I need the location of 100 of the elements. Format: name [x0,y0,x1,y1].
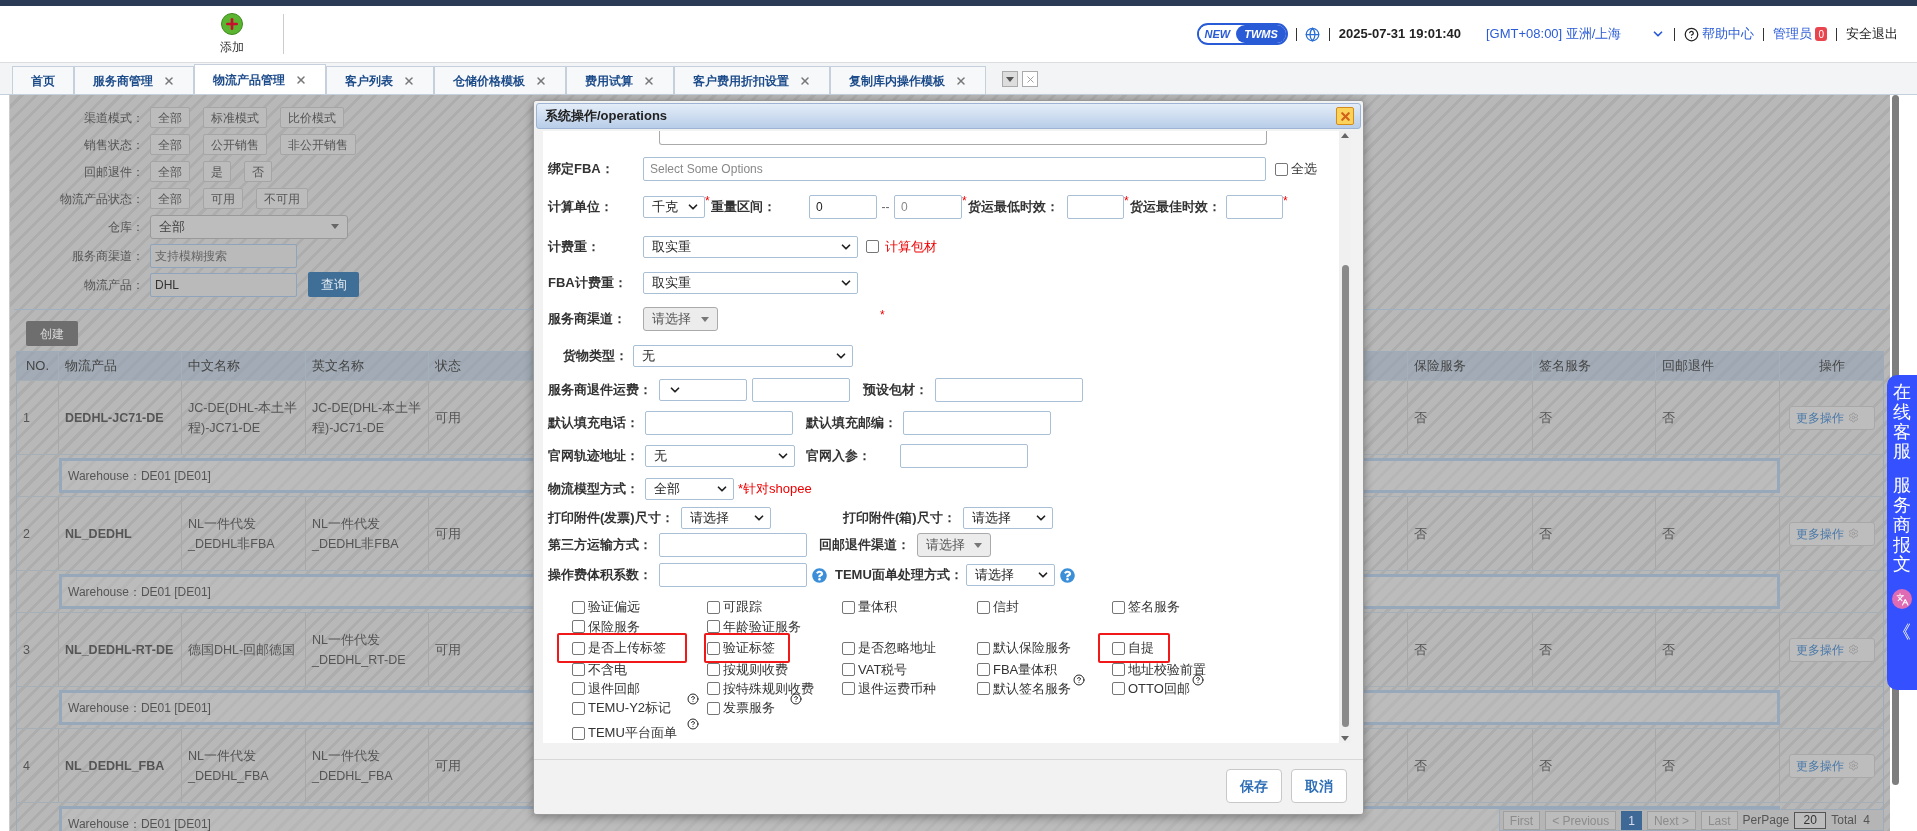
per-page-field[interactable]: 20 [1794,811,1827,829]
option-checkbox[interactable]: 默认保险服务 [974,633,1073,663]
input-field[interactable] [659,131,1267,145]
filter-option[interactable]: 全部 [150,188,190,209]
select-field[interactable] [659,378,747,401]
filter-option[interactable]: 否 [244,161,272,182]
help-icon[interactable] [1684,26,1700,42]
input-field[interactable] [659,563,807,587]
option-checkbox[interactable]: 是否上传标签 [557,633,687,663]
dropdown-button[interactable]: 请选择 [917,533,991,557]
field-label: 默认填充邮编： [806,413,898,432]
filter-option[interactable]: 全部 [150,107,190,128]
option-checkbox[interactable]: 是否忽略地址 [839,633,938,663]
select-field[interactable]: 千克 [643,195,705,218]
close-icon[interactable] [535,74,547,87]
search-button[interactable]: 查询 [308,272,359,297]
input-field[interactable]: DHL [150,272,297,297]
input-field[interactable] [903,410,1051,435]
support-label[interactable]: 服务商报文 [1893,476,1911,576]
support-label[interactable]: 在线客服 [1893,383,1911,463]
help-icon[interactable] [687,718,699,731]
globe-icon[interactable] [1304,26,1320,42]
filter-option[interactable]: 全部 [150,134,190,155]
option-checkbox[interactable]: 信封 [974,592,1060,622]
scrollbar[interactable] [1339,131,1351,743]
filter-option[interactable]: 公开销售 [203,134,267,155]
close-icon[interactable] [295,73,307,86]
select-field[interactable]: 全部 [150,214,348,239]
filter-option[interactable]: 全部 [150,161,190,182]
option-checkbox[interactable]: TEMU平台面单 [557,718,687,743]
logout-link[interactable]: 安全退出 [1846,24,1898,44]
close-icon [1338,109,1352,123]
tab[interactable]: 服务商管理 [74,66,194,94]
close-button[interactable] [1336,107,1354,125]
support-widget[interactable]: 在线客服 服务商报文 《 [1887,375,1917,690]
select-field[interactable]: 请选择 [681,507,771,529]
filter-option[interactable]: 比价模式 [280,107,344,128]
input-field[interactable] [900,444,1028,468]
select-field[interactable]: 请选择 [963,507,1053,529]
option-checkbox[interactable]: 量体积 [839,592,925,622]
table-cell-text: 否 [1414,524,1427,543]
input-field[interactable] [1226,194,1283,219]
close-icon[interactable] [403,74,415,87]
input-field[interactable] [1067,194,1124,219]
column-header: NO. [17,352,59,380]
filter-option[interactable]: 是 [203,161,231,182]
help-icon[interactable] [790,693,802,706]
close-icon[interactable] [955,74,967,87]
select-field[interactable]: 取实重 [643,272,858,294]
close-icon[interactable] [643,74,655,87]
timezone-text[interactable]: [GMT+08:00] 亚洲/上海 [1486,24,1622,44]
filter-option[interactable]: 不可用 [256,188,308,209]
input-field[interactable]: Select Some Options [643,157,1266,181]
input-field[interactable] [935,377,1083,402]
filter-option[interactable]: 标准模式 [203,107,267,128]
select-field[interactable]: 全部 [645,478,734,500]
select-field[interactable]: 无 [633,344,853,367]
field-label: 打印附件(箱)尺寸： [843,509,957,528]
input-field[interactable]: 支持模糊搜索 [150,243,297,268]
tab[interactable]: 物流产品管理 [194,64,326,94]
tab[interactable]: 首页 [12,66,74,94]
tab[interactable]: 费用试算 [566,66,674,94]
dialog-button[interactable]: 保存 [1226,769,1282,803]
input-field[interactable]: 0 [809,194,877,219]
close-icon[interactable] [799,74,811,87]
tab[interactable]: 复制库内操作模板 [830,66,986,94]
help-icon[interactable] [1073,673,1085,686]
dialog-button[interactable]: 取消 [1291,769,1347,803]
input-field[interactable] [659,533,807,557]
option-checkbox[interactable]: 全选 [1275,159,1317,179]
input-field[interactable]: 0 [894,194,962,219]
select-field[interactable]: 无 [645,445,795,467]
collapse-toggle[interactable]: 《 [1893,623,1911,642]
filter-option[interactable]: 非公开销售 [280,134,356,155]
close-icon[interactable] [163,74,175,87]
column-header: 物流产品 [59,352,182,380]
dropdown-button[interactable]: 请选择 [643,307,718,331]
table-cell-text: DEDHL-JC71-DE [65,409,164,427]
select-field[interactable]: 请选择 [966,564,1055,586]
option-checkbox[interactable] [866,240,879,253]
option-checkbox[interactable]: 自提 [1098,633,1170,663]
tab[interactable]: 客户费用折扣设置 [674,66,830,94]
select-field[interactable]: 取实重 [643,235,858,258]
add-button[interactable]: 添加 [212,12,252,56]
option-checkbox[interactable]: 签名服务 [1098,592,1182,622]
filter-option[interactable]: 可用 [203,188,243,209]
input-field[interactable] [645,410,793,435]
tab-menu-button[interactable] [1002,71,1018,87]
close-all-button[interactable] [1022,71,1038,87]
user-link[interactable]: 管理员 [1773,24,1813,44]
create-button[interactable]: 创建 [26,321,78,346]
page-button[interactable]: 1 [1621,810,1642,830]
help-icon[interactable] [687,693,699,706]
input-field[interactable] [752,377,850,402]
option-checkbox[interactable]: 验证标签 [704,633,790,663]
tab[interactable]: 仓储价格模板 [434,66,566,94]
translate-icon[interactable] [1892,589,1912,610]
tab[interactable]: 客户列表 [326,66,434,94]
help-link[interactable]: 帮助中心 [1702,24,1755,44]
caret-icon [331,224,339,229]
